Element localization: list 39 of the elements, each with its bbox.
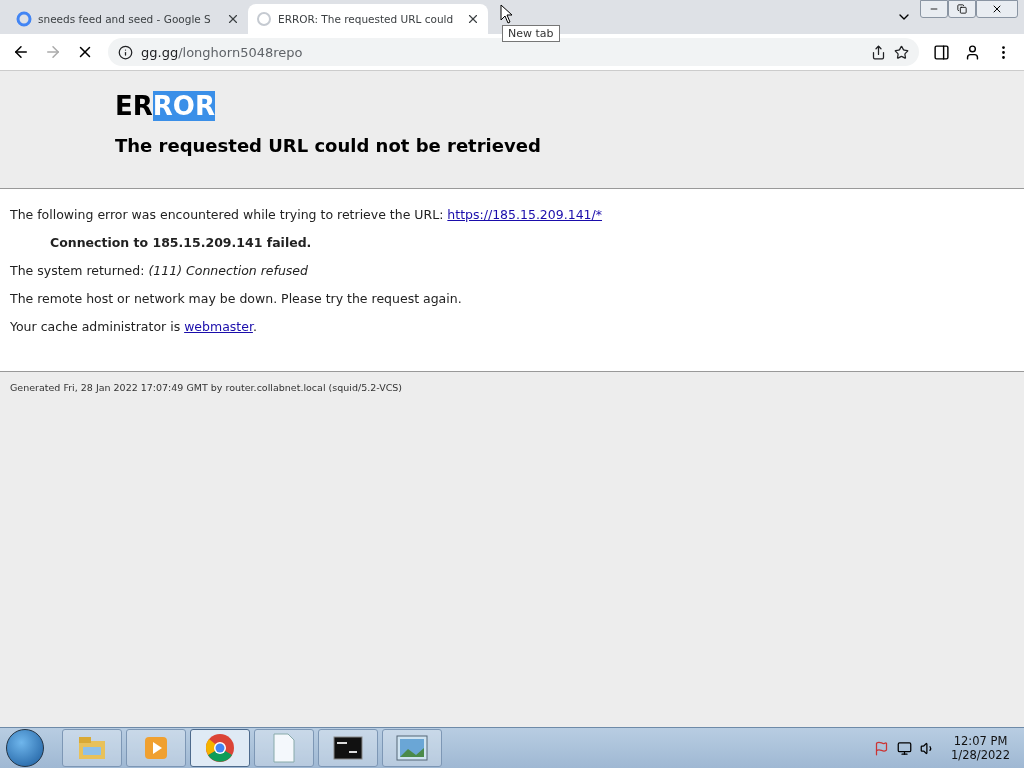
error-intro: The following error was encountered while trying to retrieve the URL: https://185.15.209.141/* — [10, 207, 603, 222]
info-icon[interactable] — [118, 44, 133, 60]
folder-icon — [77, 735, 107, 761]
close-icon — [991, 3, 1003, 15]
start-button[interactable] — [6, 729, 44, 767]
bookmark-star-icon[interactable] — [894, 44, 909, 60]
address-bar[interactable]: gg.gg/longhorn5048repo — [108, 38, 919, 66]
document-icon — [272, 733, 296, 763]
generated-footer: Generated Fri, 28 Jan 2022 17:07:49 GMT by router.collabnet.local (squid/5.2-VCS) — [10, 382, 402, 393]
back-icon[interactable] — [12, 43, 30, 61]
photo-viewer-icon — [396, 735, 428, 761]
share-icon[interactable] — [871, 44, 886, 60]
failure-message: Connection to 185.15.209.141 failed. — [50, 235, 313, 250]
terminal-icon — [333, 736, 363, 760]
tooltip: New tab — [502, 25, 560, 42]
restore-button[interactable] — [948, 0, 976, 18]
system-message: The system returned: (111) Connection refused — [10, 263, 309, 278]
browser-tab[interactable]: sneeds feed and seed - Google S — [8, 4, 248, 34]
profile-icon[interactable] — [964, 43, 981, 61]
browser-tab[interactable]: ERROR: The requested URL could — [248, 4, 488, 34]
mouse-cursor-icon — [500, 4, 514, 24]
url-text: gg.gg/longhorn5048repo — [141, 44, 303, 60]
close-icon[interactable] — [226, 12, 240, 26]
clock[interactable]: 12:07 PM 1/28/2022 — [943, 734, 1018, 762]
webmaster-link[interactable]: webmaster — [184, 319, 253, 334]
taskbar-button[interactable] — [318, 729, 378, 767]
url-link[interactable]: https://185.15.209.141/* — [447, 207, 602, 222]
admin-text: Your cache administrator is webmaster. — [10, 319, 258, 334]
loading-spinner-icon — [256, 11, 272, 27]
chrome-icon — [205, 733, 235, 763]
side-panel-icon[interactable] — [933, 43, 950, 61]
error-subheading: The requested URL could not be retrieved — [115, 135, 542, 156]
advice-text: The remote host or network may be down. Please try the request again. — [10, 291, 463, 306]
restore-icon — [957, 4, 967, 14]
action-center-icon[interactable] — [874, 740, 890, 756]
network-icon[interactable] — [897, 740, 913, 756]
media-player-icon — [143, 735, 169, 761]
error-heading: ERROR — [115, 91, 215, 121]
close-icon[interactable] — [466, 12, 480, 26]
